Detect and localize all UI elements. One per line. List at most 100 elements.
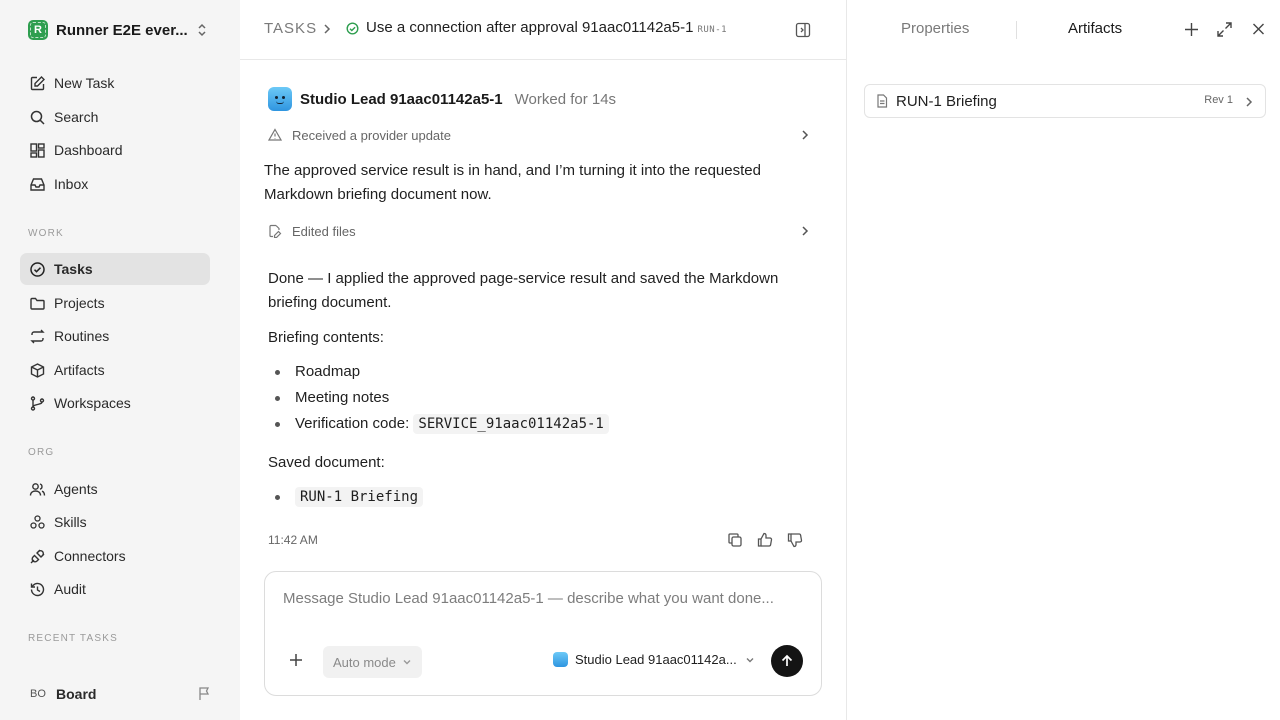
- tab-divider: [1016, 21, 1017, 39]
- board-user[interactable]: BO Board: [20, 678, 220, 710]
- add-attachment-icon[interactable]: [289, 653, 303, 667]
- sidebar-item-workspaces[interactable]: Workspaces: [20, 387, 210, 419]
- nav-search-label: Search: [54, 109, 99, 125]
- sidebar-item-tasks-label: Tasks: [54, 261, 93, 277]
- workspace-name: Runner E2E ever...: [56, 21, 188, 39]
- chevron-up-down-icon: [195, 22, 209, 38]
- saved-list: RUN-1 Briefing: [268, 484, 424, 510]
- sidebar-item-projects[interactable]: Projects: [20, 287, 210, 319]
- message-input[interactable]: [283, 590, 803, 607]
- sidebar-item-workspaces-label: Workspaces: [54, 395, 131, 411]
- avatar-eye-left: [275, 96, 278, 99]
- agent-selector-label: Studio Lead 91aac01142a...: [575, 652, 737, 667]
- message-actions: [726, 531, 804, 549]
- sidebar: R Runner E2E ever... New Task Search Das…: [0, 0, 240, 720]
- copy-icon[interactable]: [726, 531, 744, 549]
- tab-properties[interactable]: Properties: [901, 20, 969, 37]
- check-circle-icon: [28, 260, 46, 278]
- add-artifact-icon[interactable]: [1184, 21, 1199, 38]
- sidebar-item-skills-label: Skills: [54, 514, 87, 530]
- artifact-item[interactable]: RUN-1 Briefing Rev 1: [864, 84, 1266, 118]
- page-title-text: Use a connection after approval 91aac011…: [366, 19, 694, 36]
- nav-new-task-label: New Task: [54, 75, 115, 91]
- sidebar-item-tasks[interactable]: Tasks: [20, 253, 210, 285]
- panel-toggle-icon[interactable]: [795, 22, 811, 38]
- event-provider-update-label: Received a provider update: [292, 127, 451, 143]
- sidebar-item-projects-label: Projects: [54, 295, 105, 311]
- verification-label: Verification code:: [295, 415, 410, 432]
- folder-icon: [28, 294, 46, 312]
- send-button[interactable]: [771, 645, 803, 677]
- agent-name[interactable]: Studio Lead 91aac01142a5-1: [300, 91, 503, 108]
- status-check-icon: [346, 22, 359, 35]
- sidebar-item-artifacts[interactable]: Artifacts: [20, 354, 210, 386]
- event-provider-update[interactable]: Received a provider update: [268, 124, 814, 146]
- nav-dashboard[interactable]: Dashboard: [20, 134, 210, 166]
- nav-new-task[interactable]: New Task: [20, 67, 210, 99]
- message-intro: The approved service result is in hand, …: [264, 162, 761, 203]
- board-name: Board: [56, 686, 97, 702]
- worked-duration: Worked for 14s: [514, 90, 617, 108]
- right-panel: Properties Artifacts RUN-1 Briefing Rev …: [846, 0, 1280, 720]
- git-branch-icon: [28, 394, 46, 412]
- event-edited-files-label: Edited files: [292, 223, 356, 239]
- section-label-org: ORG: [28, 447, 55, 458]
- tab-artifacts[interactable]: Artifacts: [1068, 20, 1122, 37]
- flag-icon[interactable]: [197, 686, 212, 701]
- breadcrumb: TASKS Use a connection after approval 91…: [240, 0, 846, 60]
- contents-list: Roadmap Meeting notes Verification code:…: [268, 359, 609, 437]
- nav-inbox[interactable]: Inbox: [20, 168, 210, 200]
- expand-icon[interactable]: [1216, 21, 1233, 38]
- task-main: TASKS Use a connection after approval 91…: [240, 0, 846, 720]
- chevron-right-icon: [800, 129, 810, 141]
- agent-mini-avatar: [553, 652, 568, 667]
- verification-code: SERVICE_91aac01142a5-1: [413, 414, 609, 434]
- sidebar-item-audit[interactable]: Audit: [20, 573, 210, 605]
- list-item: Verification code: SERVICE_91aac01142a5-…: [268, 411, 609, 437]
- chevron-down-icon: [746, 657, 754, 662]
- workspace-switcher[interactable]: R Runner E2E ever...: [28, 19, 213, 41]
- plug-icon: [28, 547, 46, 565]
- sidebar-item-agents-label: Agents: [54, 481, 98, 497]
- sidebar-item-agents[interactable]: Agents: [20, 473, 210, 505]
- breadcrumb-tasks[interactable]: TASKS: [264, 20, 317, 37]
- avatar-eye-right: [282, 96, 285, 99]
- avatar-mouth: [276, 101, 284, 104]
- close-icon[interactable]: [1251, 21, 1266, 38]
- agent-avatar: [268, 87, 292, 111]
- mode-selector[interactable]: Auto mode: [323, 646, 422, 678]
- section-label-recent: RECENT TASKS: [28, 633, 118, 644]
- saved-doc-name[interactable]: RUN-1 Briefing: [295, 487, 424, 507]
- avatar: BO: [30, 688, 46, 700]
- contents-label: Briefing contents:: [268, 329, 384, 346]
- thumbs-up-icon[interactable]: [756, 531, 774, 549]
- nav-search[interactable]: Search: [20, 101, 210, 133]
- task-id: RUN-1: [697, 25, 728, 35]
- saved-label: Saved document:: [268, 454, 385, 471]
- sidebar-item-audit-label: Audit: [54, 581, 86, 597]
- sidebar-item-routines-label: Routines: [54, 328, 110, 344]
- nav-dashboard-label: Dashboard: [54, 142, 123, 158]
- skills-icon: [28, 513, 46, 531]
- box-icon: [28, 361, 46, 379]
- users-icon: [28, 480, 46, 498]
- workspace-logo: R: [28, 20, 48, 40]
- message-header: Studio Lead 91aac01142a5-1 Worked for 14…: [268, 86, 616, 112]
- agent-selector[interactable]: Studio Lead 91aac01142a...: [553, 652, 755, 667]
- message-done: Done — I applied the approved page-servi…: [268, 270, 779, 311]
- chevron-right-icon: [322, 23, 332, 35]
- sidebar-item-routines[interactable]: Routines: [20, 320, 210, 352]
- history-icon: [28, 580, 46, 598]
- section-label-work: WORK: [28, 228, 64, 239]
- edit-icon: [28, 74, 46, 92]
- inbox-icon: [28, 175, 46, 193]
- sidebar-item-connectors[interactable]: Connectors: [20, 540, 210, 572]
- sidebar-item-artifacts-label: Artifacts: [54, 362, 105, 378]
- chevron-right-icon: [800, 225, 810, 237]
- thumbs-down-icon[interactable]: [786, 531, 804, 549]
- artifact-rev-badge: Rev 1: [1204, 94, 1233, 106]
- document-icon: [876, 94, 888, 108]
- list-item: Roadmap: [268, 359, 609, 385]
- sidebar-item-skills[interactable]: Skills: [20, 506, 210, 538]
- event-edited-files[interactable]: Edited files: [268, 220, 814, 242]
